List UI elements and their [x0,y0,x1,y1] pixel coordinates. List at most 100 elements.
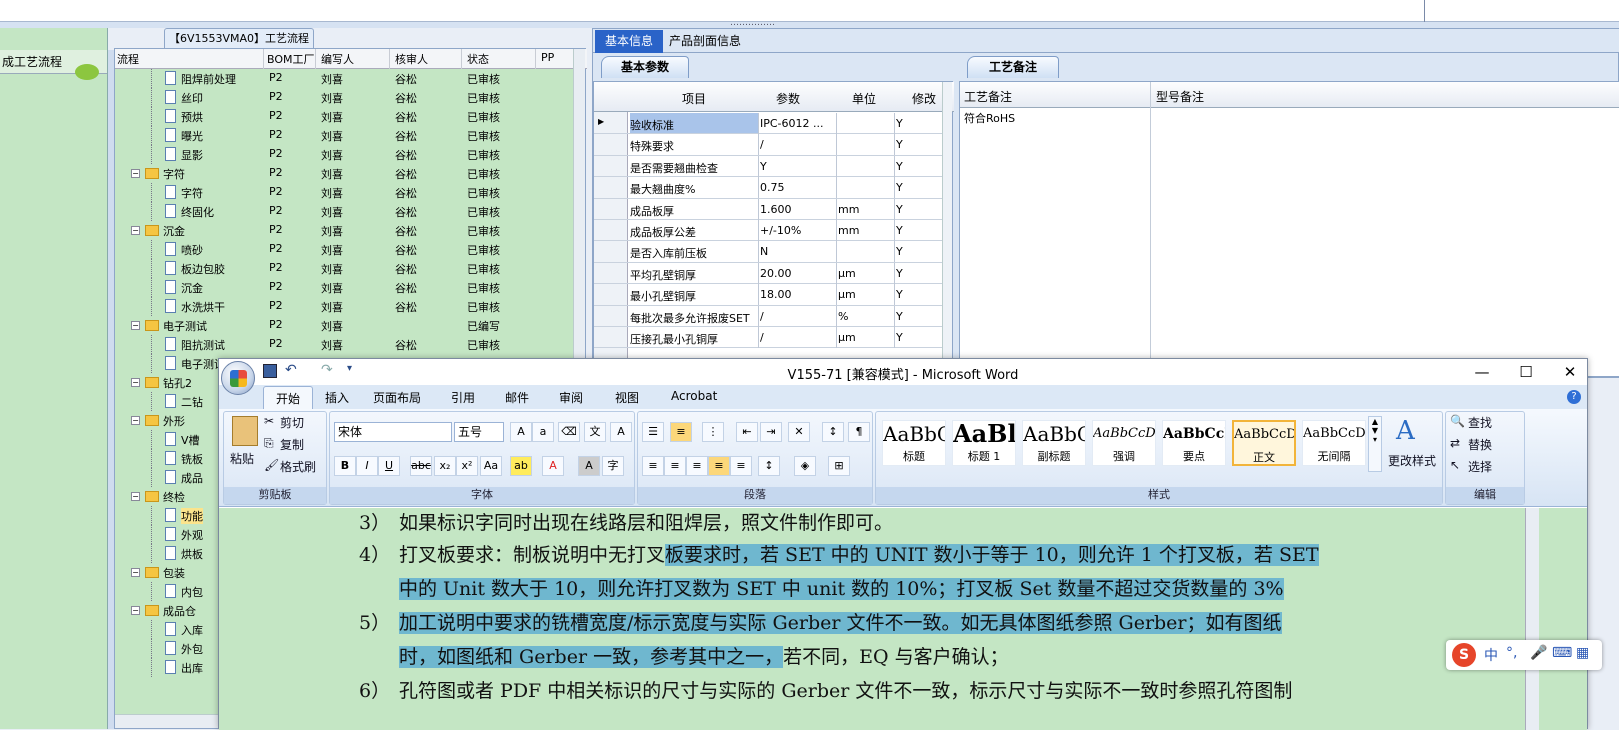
param-cell-item[interactable]: 是否需要翘曲检查 [630,160,758,176]
tree-row[interactable]: 终固化 P2 刘喜 谷松 已审核 [115,202,575,221]
shrink-font-icon[interactable]: a [532,422,554,442]
tab-insert[interactable]: 插入 [325,389,349,406]
tab-acrobat[interactable]: Acrobat [671,389,717,403]
param-row[interactable]: 最小孔壁铜厚 18.00 μm Y [594,284,946,306]
tab-mailings[interactable]: 邮件 [505,389,529,406]
sort-icon[interactable]: ↕ [822,422,844,442]
align-left-icon[interactable]: ≡ [642,456,664,476]
param-cell-item[interactable]: 最小孔壁铜厚 [630,288,758,304]
param-cell-item[interactable]: 成品板厚公差 [630,224,758,240]
param-cell-item[interactable]: 验收标准 [630,113,758,133]
grow-font-icon[interactable]: A [510,422,532,442]
highlight-icon[interactable]: ab [510,456,532,476]
tree-row[interactable]: 显影 P2 刘喜 谷松 已审核 [115,145,575,164]
col-header-flow[interactable]: 流程 [117,51,139,67]
clear-format-icon[interactable]: ⌫ [558,422,580,442]
param-cell-unit[interactable]: μm [838,267,894,280]
chinese-layout-icon[interactable]: ✕ [788,422,810,442]
params-scrollbar[interactable] [942,82,952,378]
subscript-icon[interactable]: x₂ [434,456,456,476]
underline-icon[interactable]: U [378,456,400,476]
param-cell-mod[interactable]: Y [896,224,942,237]
collapse-icon[interactable]: − [131,416,140,425]
col-header-value[interactable]: 参数 [776,90,800,107]
bullets-icon[interactable]: ☰ [642,422,664,442]
param-cell-item[interactable]: 特殊要求 [630,138,758,154]
param-cell-mod[interactable]: Y [896,288,942,301]
param-cell-unit[interactable]: μm [838,331,894,344]
close-icon[interactable]: ✕ [1555,361,1585,383]
param-row[interactable]: 平均孔壁铜厚 20.00 μm Y [594,262,946,285]
keyboard-icon[interactable]: ⌨ [1552,645,1572,661]
col-header-auditor[interactable]: 核审人 [395,51,428,67]
param-cell-value[interactable]: 0.75 [760,181,834,194]
font-name-combo[interactable]: 宋体 [334,422,452,442]
style-gallery-scroll[interactable]: ▲ ▼ ▾ [1368,416,1382,472]
line-spacing-icon[interactable]: ↕ [758,456,780,476]
punctuation-icon[interactable]: °, [1506,645,1517,661]
param-cell-unit[interactable]: mm [838,224,894,237]
mic-icon[interactable]: 🎤 [1530,645,1547,661]
style-3[interactable]: AaBbCcDc 强调 [1092,420,1156,466]
align-center-icon[interactable]: ≡ [664,456,686,476]
selected-text[interactable]: 中的 Unit 数大于 10，则允许打叉数为 SET 中 unit 数的 10%… [399,578,1284,600]
document-area[interactable]: 3） 如果标识字同时出现在线路层和阻焊层，照文件制作即可。 4） 打叉板要求：制板说明… [219,508,1587,730]
tree-row[interactable]: 字符 P2 刘喜 谷松 已审核 [115,183,575,202]
document-line[interactable]: 孔符图或者 PDF 中相关标识的尺寸与实际的 Gerber 文件不一致，标示尺寸… [399,676,1292,703]
param-row[interactable]: 是否入库前压板 N Y [594,241,946,263]
param-cell-item[interactable]: 压接孔最小孔铜厚 [630,331,758,347]
select-button[interactable]: 选择 [1468,458,1492,475]
param-cell-value[interactable]: / [760,310,834,323]
superscript-icon[interactable]: x² [456,456,478,476]
tree-row[interactable]: 水洗烘干 P2 刘喜 谷松 已审核 [115,297,575,316]
param-cell-value[interactable]: IPC-6012 ... [760,117,834,130]
tree-row[interactable]: 预烘 P2 刘喜 谷松 已审核 [115,107,575,126]
param-cell-mod[interactable]: Y [896,310,942,323]
tree-folder-row[interactable]: − 电子测试 P2 刘喜 已编写 [115,316,575,335]
tree-row[interactable]: 阻抗测试 P2 刘喜 谷松 已审核 [115,335,575,354]
tab-profile-info[interactable]: 产品剖面信息 [669,30,741,53]
col-header-model-note[interactable]: 型号备注 [1156,88,1204,105]
office-button[interactable] [221,361,255,395]
show-marks-icon[interactable]: ¶ [848,422,870,442]
param-cell-value[interactable]: N [760,245,834,258]
style-2[interactable]: AaBbC 副标题 [1022,420,1086,466]
minimize-icon[interactable]: — [1467,361,1497,383]
style-1[interactable]: AaBl 标题 1 [952,420,1016,466]
style-0[interactable]: AaBbC 标题 [882,420,946,466]
selected-text[interactable]: 加工说明中要求的铣槽宽度/标示宽度与实际 Gerber 文件不一致。如无具体图纸… [399,612,1282,634]
paste-button[interactable]: 粘贴 [230,450,254,467]
tree-row[interactable]: 沉金 P2 刘喜 谷松 已审核 [115,278,575,297]
shading-icon[interactable]: ◈ [794,456,816,476]
tab-home[interactable]: 开始 [263,386,314,409]
param-row[interactable]: 是否需要翘曲检查 Y Y [594,155,946,178]
tree-folder-row[interactable]: − 字符 P2 刘喜 谷松 已审核 [115,164,575,183]
collapse-icon[interactable]: − [131,378,140,387]
change-case-icon[interactable]: Aa [480,456,502,476]
document-text[interactable]: 如果标识字同时出现在线路层和阻焊层，照文件制作即可。 [399,512,893,534]
col-header-unit[interactable]: 单位 [852,90,876,107]
style-6[interactable]: AaBbCcDd 无间隔 [1302,420,1366,466]
param-cell-mod[interactable]: Y [896,138,942,151]
collapse-icon[interactable]: − [131,226,140,235]
collapse-icon[interactable]: − [131,606,140,615]
enclose-char-icon[interactable]: 字 [602,456,624,476]
param-cell-mod[interactable]: Y [896,117,942,130]
param-cell-item[interactable]: 是否入库前压板 [630,245,758,261]
document-line[interactable]: 打叉板要求：制板说明中无打叉板要求时，若 SET 中的 UNIT 数小于等于 1… [399,540,1319,567]
style-4[interactable]: AaBbCcD 要点 [1162,420,1226,466]
borders-icon[interactable]: ⊞ [828,456,850,476]
param-cell-unit[interactable]: mm [838,203,894,216]
cut-button[interactable]: 剪切 [280,414,304,431]
param-cell-unit[interactable]: μm [838,288,894,301]
param-cell-item[interactable]: 平均孔壁铜厚 [630,267,758,283]
align-right-icon[interactable]: ≡ [686,456,708,476]
justify-icon[interactable]: ≡ [708,456,730,476]
param-cell-item[interactable]: 最大翘曲度% [630,181,758,197]
format-painter-button[interactable]: 格式刷 [280,458,316,475]
col-header-writer[interactable]: 编写人 [321,51,354,67]
document-scrollbar[interactable] [1525,508,1539,730]
char-border-icon[interactable]: A [610,422,632,442]
document-text[interactable]: 孔符图或者 PDF 中相关标识的尺寸与实际的 Gerber 文件不一致，标示尺寸… [399,680,1292,702]
process-note-value[interactable]: 符合RoHS [964,110,1015,126]
